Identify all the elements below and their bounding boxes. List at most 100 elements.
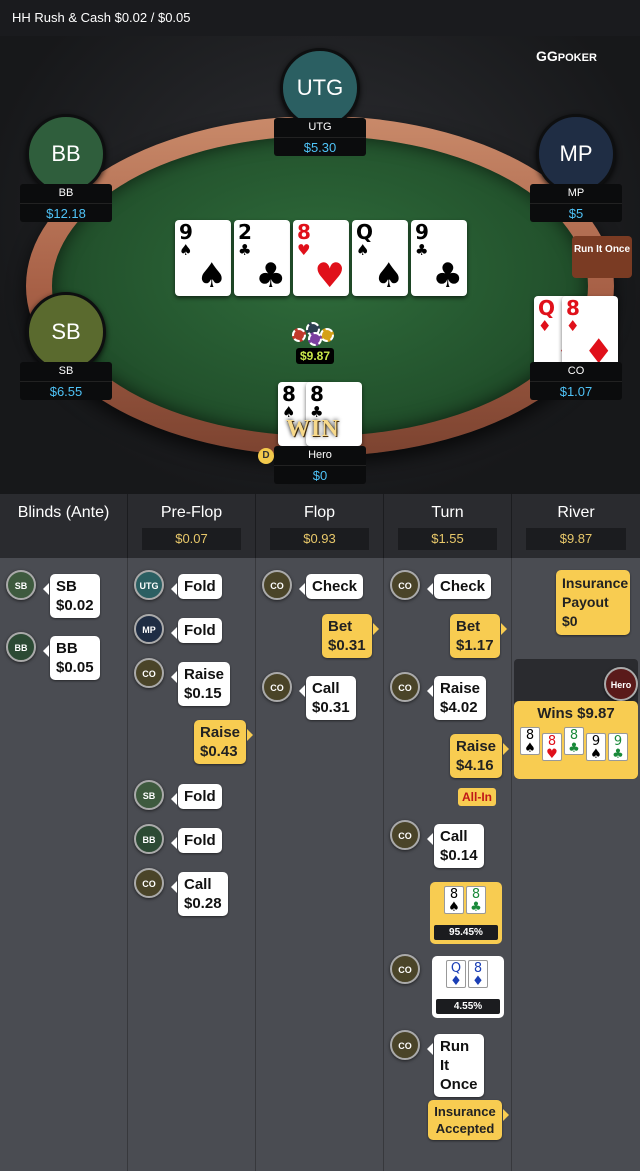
position-badge: CO: [262, 672, 292, 702]
seat-mp-stack: $5: [530, 203, 622, 221]
street-header-turn: Turn $1.55: [384, 494, 512, 558]
position-badge: CO: [134, 868, 164, 898]
equity-card: 8 ♦: [468, 960, 488, 988]
insurance-accepted-bubble: Insurance Accepted: [428, 1100, 509, 1140]
river-winner-box: Hero Wins $9.87 8 ♠ 8 ♥ 8 ♣ 9 ♠ 9 ♣: [514, 659, 638, 779]
board-card: 9 ♣ ♣: [411, 220, 467, 296]
seat-hero-plate: Hero $0: [274, 446, 366, 484]
action-bubble: Raise $0.15: [170, 662, 231, 706]
position-badge: CO: [390, 820, 420, 850]
river-column: [512, 558, 640, 1171]
winner-card: 8 ♣: [564, 727, 584, 755]
seat-bb-plate: BB $12.18: [20, 184, 112, 222]
action-bubble: Call $0.28: [171, 872, 228, 916]
street-total: $0.93: [270, 528, 369, 550]
action-bubble: Fold: [171, 574, 222, 599]
run-it-once-badge: Run It Once: [572, 236, 632, 278]
seat-utg-stack: $5.30: [274, 137, 366, 155]
action-bubble: Call $0.31: [299, 676, 356, 720]
hero-action-bubble: Bet $0.31: [322, 614, 379, 658]
pot-chips-icon: [290, 318, 338, 346]
pot-amount: $9.87: [296, 348, 335, 364]
street-header-preflop: Pre-Flop $0.07: [128, 494, 256, 558]
position-badge: CO: [262, 570, 292, 600]
equity-percent: 95.45%: [434, 925, 498, 940]
action-bubble: Call $0.14: [427, 824, 484, 868]
insurance-payout-bubble: Insurance Payout $0: [556, 570, 630, 635]
winner-card: 8 ♠: [520, 727, 540, 755]
position-badge: CO: [390, 570, 420, 600]
position-badge: CO: [390, 1030, 420, 1060]
winner-card: 9 ♠: [586, 733, 606, 761]
board-card: 8 ♥ ♥: [293, 220, 349, 296]
co-equity-box: Q ♦ 8 ♦ 4.55%: [432, 956, 504, 1018]
all-in-tag: All-In: [458, 788, 496, 806]
equity-card: Q ♦: [446, 960, 466, 988]
seat-mp-name: MP: [567, 187, 585, 199]
seat-bb-stack: $12.18: [20, 203, 112, 221]
winner-hand: Wins $9.87 8 ♠ 8 ♥ 8 ♣ 9 ♠ 9 ♣: [514, 701, 638, 779]
equity-card: 8 ♣: [466, 886, 486, 914]
action-bubble: Raise $4.02: [426, 676, 487, 720]
action-history-panel: Blinds (Ante) Pre-Flop $0.07 Flop $0.93 Tu…: [0, 494, 640, 1171]
seat-sb-name: SB: [58, 365, 74, 377]
action-bubble: BB $0.05: [43, 636, 100, 680]
hand-history-title: HH Rush & Cash $0.02 / $0.05: [0, 0, 640, 36]
board-card: Q ♠ ♠: [352, 220, 408, 296]
winner-avatar: Hero: [604, 667, 638, 701]
seat-sb-plate: SB $6.55: [20, 362, 112, 400]
street-header-flop: Flop $0.93: [256, 494, 384, 558]
position-badge: CO: [390, 672, 420, 702]
board-card: 2 ♣ ♣: [234, 220, 290, 296]
action-bubble: Fold: [171, 828, 222, 853]
wins-text: Wins $9.87: [537, 705, 615, 722]
action-bubble: SB $0.02: [43, 574, 100, 618]
ggpoker-logo: GGPOKER: [536, 48, 597, 64]
position-badge: SB: [134, 780, 164, 810]
seat-co-name: CO: [567, 365, 585, 377]
hero-action-bubble: Raise $0.43: [194, 720, 254, 764]
street-total: $0.07: [142, 528, 241, 550]
board-card: 9 ♠ ♠: [175, 220, 231, 296]
hero-action-bubble: Bet $1.17: [450, 614, 507, 658]
seat-mp-plate: MP $5: [530, 184, 622, 222]
position-badge: MP: [134, 614, 164, 644]
position-badge: SB: [6, 570, 36, 600]
preflop-column: [128, 558, 256, 1171]
street-total: $1.55: [398, 528, 497, 550]
seat-co-plate: CO $1.07: [530, 362, 622, 400]
action-bubble: Run It Once: [427, 1034, 484, 1097]
seat-bb-name: BB: [58, 187, 74, 199]
seat-utg-plate: UTG $5.30: [274, 118, 366, 156]
seat-sb-avatar[interactable]: SB: [26, 292, 106, 372]
equity-card: 8 ♠: [444, 886, 464, 914]
seat-mp-avatar[interactable]: MP: [536, 114, 616, 194]
position-badge: BB: [6, 632, 36, 662]
seat-co-stack: $1.07: [530, 381, 622, 399]
poker-table-view: GGPOKER UTG UTG $5.30 BB BB $12.18 MP MP $5…: [0, 36, 640, 494]
position-badge: CO: [134, 658, 164, 688]
dealer-button: D: [258, 448, 274, 464]
action-bubble: Check: [426, 574, 492, 599]
hero-action-bubble: Raise $4.16: [450, 734, 510, 778]
action-bubble: Fold: [171, 618, 222, 643]
equity-percent: 4.55%: [436, 999, 500, 1014]
winner-card: 9 ♣: [608, 733, 628, 761]
position-badge: UTG: [134, 570, 164, 600]
win-banner: WIN: [286, 416, 340, 442]
seat-hero-stack: $0: [274, 465, 366, 483]
seat-hero-name: Hero: [308, 449, 332, 461]
seat-sb-stack: $6.55: [20, 381, 112, 399]
action-bubble: Check: [298, 574, 364, 599]
street-header-river: River $9.87: [512, 494, 640, 558]
seat-bb-avatar[interactable]: BB: [26, 114, 106, 194]
action-bubble: Fold: [171, 784, 222, 809]
street-header-blinds: Blinds (Ante): [0, 494, 128, 558]
seat-utg-name: UTG: [308, 121, 332, 133]
street-total: $9.87: [526, 528, 626, 550]
co-hole-card: 8 ♦ ♦: [562, 296, 618, 372]
position-badge: BB: [134, 824, 164, 854]
seat-utg-avatar[interactable]: UTG: [280, 48, 360, 128]
hero-equity-box: 8 ♠ 8 ♣ 95.45%: [430, 882, 502, 944]
position-badge: CO: [390, 954, 420, 984]
